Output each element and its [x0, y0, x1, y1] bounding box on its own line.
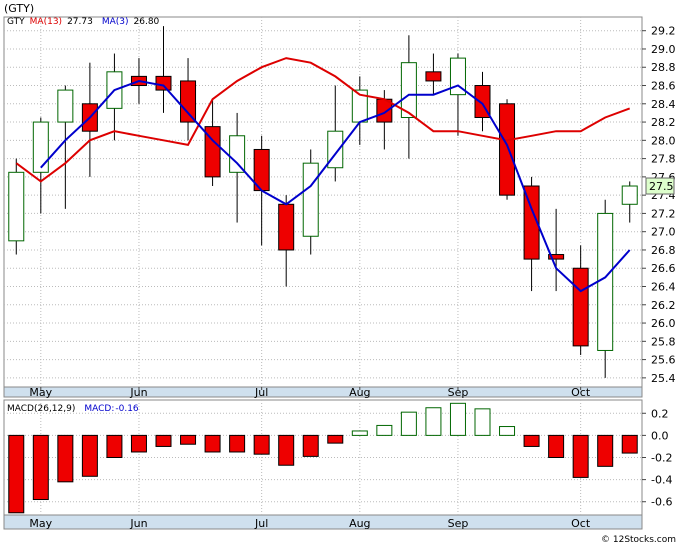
macd-x-tick-label: Sep [448, 517, 469, 530]
macd-bar-negative [278, 434, 295, 466]
macd-bar-positive [449, 402, 466, 436]
macd-y-tick-label: 0.0 [651, 429, 669, 442]
macd-x-tick-label: May [29, 517, 52, 530]
price-x-tick-label: Jun [129, 386, 147, 399]
chart-title: (GTY) [4, 2, 34, 15]
macd-y-tick-label: 0.2 [651, 407, 669, 420]
stock-chart: (GTY) 29.2 29.0 28.8 28.6 28.4 28.2 28.0 27.8 27.… [0, 0, 680, 546]
candle-down [425, 71, 442, 82]
macd-bar-negative [8, 434, 25, 514]
candle-up [597, 212, 614, 351]
price-y-tick-label: 28.4 [651, 98, 676, 111]
macd-bar-negative [130, 434, 147, 453]
candle-down [155, 75, 172, 91]
candle-down [499, 103, 516, 196]
watermark: © 12Stocks.com [601, 535, 676, 545]
macd-bar-negative [180, 434, 197, 445]
candle-down [572, 267, 589, 347]
price-y-tick-label: 28.0 [651, 134, 676, 147]
macd-y-tick-label: -0.2 [651, 452, 672, 465]
candle-up [302, 162, 319, 237]
price-panel [3, 16, 643, 398]
macd-bar-positive [351, 430, 368, 436]
macd-x-tick-label: Aug [349, 517, 370, 530]
macd-bar-negative [523, 434, 540, 447]
macd-x-tick-label: Oct [571, 517, 591, 530]
price-x-axis-strip [3, 386, 643, 398]
candle-up [229, 135, 246, 173]
price-y-tick-label: 28.6 [651, 80, 676, 93]
macd-bar-negative [302, 434, 319, 457]
price-x-tick-label: Sep [448, 386, 469, 399]
price-y-tick-label: 25.6 [651, 354, 676, 367]
macd-bar-positive [499, 426, 516, 436]
price-y-tick-label: 25.4 [651, 372, 676, 385]
price-y-tick-label: 26.6 [651, 262, 676, 275]
macd-bar-negative [621, 434, 638, 454]
macd-x-tick-label: Jul [254, 517, 268, 530]
macd-y-tick-label: -0.6 [651, 496, 672, 509]
macd-bar-negative [155, 434, 172, 447]
price-y-tick-label: 26.4 [651, 281, 676, 294]
macd-bar-positive [376, 424, 393, 436]
price-x-tick-label: May [29, 386, 52, 399]
candle-up [57, 89, 74, 123]
macd-bar-positive [474, 408, 491, 436]
macd-legend-label: MACD(26,12,9) [7, 404, 75, 414]
price-legend-label: MA(3) [102, 17, 129, 27]
macd-bar-negative [32, 434, 49, 501]
price-y-tick-label: 26.2 [651, 299, 676, 312]
price-y-tick-label: 29.0 [651, 43, 676, 56]
price-y-tick-label: 27.2 [651, 207, 676, 220]
price-x-tick-label: Jul [254, 386, 268, 399]
macd-x-axis-strip [3, 514, 643, 530]
macd-bar-negative [57, 434, 74, 483]
macd-bar-positive [400, 411, 417, 436]
macd-x-tick-label: Jun [129, 517, 147, 530]
price-y-tick-label: 29.2 [651, 25, 676, 38]
macd-y-tick-label: -0.4 [651, 474, 672, 487]
price-legend-label: MA(13) [30, 17, 62, 27]
price-x-tick-label: Oct [571, 386, 591, 399]
macd-bar-negative [548, 434, 565, 458]
candle-up [8, 171, 25, 242]
price-y-tick-label: 25.8 [651, 335, 676, 348]
price-x-tick-label: Aug [349, 386, 370, 399]
macd-bar-positive [425, 407, 442, 436]
macd-bar-negative [81, 434, 98, 477]
macd-bar-negative [106, 434, 123, 458]
candle-up [32, 121, 49, 173]
macd-bar-negative [597, 434, 614, 467]
macd-bar-negative [327, 434, 344, 444]
macd-bar-negative [204, 434, 221, 453]
macd-bar-negative [229, 434, 246, 453]
price-legend-label: GTY [7, 17, 25, 27]
candle-down [278, 203, 295, 251]
price-y-tick-label: 27.8 [651, 153, 676, 166]
price-y-tick-label: 26.0 [651, 317, 676, 330]
macd-panel [3, 399, 643, 530]
price-y-tick-label: 26.8 [651, 244, 676, 257]
last-price-label: 27.5 [649, 180, 674, 193]
price-legend-value: 26.80 [134, 17, 160, 27]
price-y-tick-label: 27.0 [651, 226, 676, 239]
price-y-tick-label: 28.2 [651, 116, 676, 129]
price-legend-value: 27.73 [67, 17, 93, 27]
macd-legend-label: MACD: [84, 404, 114, 414]
candle-down [180, 80, 197, 123]
candle-up [621, 185, 638, 205]
macd-bar-negative [572, 434, 589, 478]
price-y-tick-label: 28.8 [651, 61, 676, 74]
macd-legend-value: -0.16 [115, 404, 139, 414]
chart-canvas: (GTY) 29.2 29.0 28.8 28.6 28.4 28.2 28.0 27.8 27.… [3, 2, 676, 545]
macd-bar-negative [253, 434, 270, 455]
